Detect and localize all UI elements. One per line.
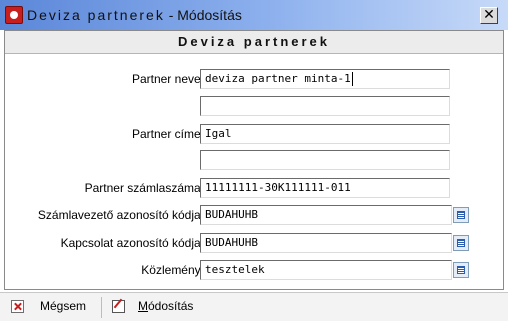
window-title-mode: - Módosítás xyxy=(164,7,242,23)
toolbar-divider xyxy=(101,297,102,318)
section-header: Deviza partnerek xyxy=(5,31,503,54)
app-logo-icon xyxy=(5,6,23,24)
notice-input[interactable]: tesztelek xyxy=(200,260,452,280)
modify-button[interactable]: Módosítás xyxy=(138,299,193,313)
modify-hotkey: M xyxy=(138,299,148,313)
cancel-button[interactable]: Mégsem xyxy=(40,299,86,313)
bottom-toolbar: Mégsem Módosítás xyxy=(0,292,508,321)
notice-lookup-icon[interactable] xyxy=(453,262,469,278)
account-number-label: Partner számlaszáma: xyxy=(84,181,204,195)
account-manager-lookup-icon[interactable] xyxy=(453,207,469,223)
title-bar: Deviza partnerek - Módosítás ✕ xyxy=(0,0,508,30)
modify-label-end: ódosítás xyxy=(148,299,194,313)
correspondent-id-input[interactable]: BUDAHUHB xyxy=(200,233,452,253)
cancel-x-icon[interactable] xyxy=(11,300,24,313)
cancel-label-start: Mé xyxy=(40,299,57,313)
window-title-main: Deviza partnerek xyxy=(27,7,165,23)
correspondent-lookup-icon[interactable] xyxy=(453,235,469,251)
close-button[interactable]: ✕ xyxy=(480,7,498,24)
account-manager-id-label: Számlavezető azonosító kódja: xyxy=(37,208,204,222)
partner-address-input[interactable]: Igal xyxy=(200,124,450,144)
partner-address-label: Partner címe: xyxy=(131,127,204,141)
partner-address-line2-input[interactable] xyxy=(200,150,450,170)
account-number-input[interactable]: 11111111-30K111111-011 xyxy=(200,178,450,198)
partner-name-value: deviza partner minta-1 xyxy=(205,72,351,85)
correspondent-id-label: Kapcsolat azonosító kódja: xyxy=(60,236,204,250)
text-cursor xyxy=(351,72,353,86)
account-manager-id-input[interactable]: BUDAHUHB xyxy=(200,205,452,225)
partner-name-label: Partner neve: xyxy=(131,72,204,86)
notice-label: Közlemény: xyxy=(141,263,204,277)
edit-icon[interactable] xyxy=(112,300,125,313)
window-title: Deviza partnerek - Módosítás xyxy=(27,7,242,23)
partner-name-input[interactable]: deviza partner minta-1 xyxy=(200,69,450,89)
partner-name-line2-input[interactable] xyxy=(200,96,450,116)
cancel-label-end: sem xyxy=(63,299,87,313)
